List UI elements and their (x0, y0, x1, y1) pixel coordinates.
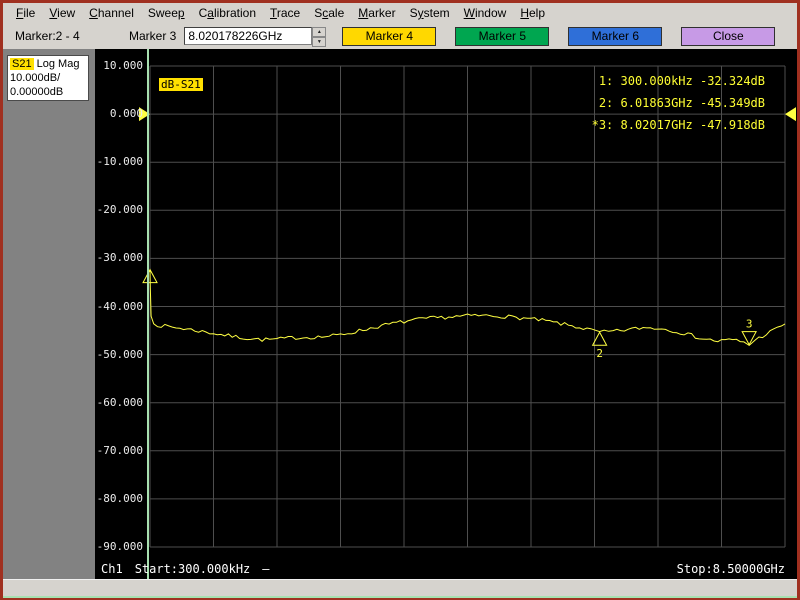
status-bar (3, 579, 797, 596)
marker3-frequency-input[interactable] (184, 27, 313, 45)
sweep-indicator: — (262, 562, 270, 576)
stop-label: Stop:8.50000GHz (676, 562, 785, 576)
menu-channel[interactable]: Channel (82, 4, 141, 22)
y-axis-tick: -70.000 (96, 443, 143, 457)
menu-marker[interactable]: Marker (351, 4, 402, 22)
trace-status-panel[interactable]: S21 Log Mag 10.000dB/ 0.00000dB (7, 55, 89, 101)
spin-up-icon[interactable]: ▲ (312, 27, 327, 37)
marker3-label: Marker 3 (129, 29, 177, 43)
marker-3-number: 3 (746, 318, 753, 331)
start-label: Start:300.000kHz (134, 562, 251, 576)
bottom-accent-line (3, 596, 797, 598)
trace-format-label: Log Mag (36, 58, 80, 70)
marker-readout: 2: 6.01863GHz -45.349dB (598, 96, 765, 110)
trace-scale-label: 10.000dB/ (10, 72, 61, 84)
marker-range-label: Marker:2 - 4 (15, 29, 80, 43)
menu-file[interactable]: File (9, 4, 42, 22)
plot-area: 2 3 10.000 0.000 -10.000 -20.000 -30.000 -40.0… (95, 49, 797, 579)
marker-readout: 1: 300.000kHz -32.324dB (598, 74, 765, 88)
menu-view[interactable]: View (42, 4, 82, 22)
spin-down-icon[interactable]: ▼ (312, 37, 327, 47)
trace-format-chip[interactable]: dB-S21 (159, 78, 203, 91)
marker-readout: *3: 8.02017GHz -47.918dB (591, 118, 765, 132)
y-axis-tick: -80.000 (96, 491, 143, 505)
y-axis-tick: -60.000 (96, 395, 143, 409)
sidebar: S21 Log Mag 10.000dB/ 0.00000dB (3, 49, 95, 579)
marker-4-button[interactable]: Marker 4 (342, 26, 437, 46)
menu-scale[interactable]: Scale (307, 4, 351, 22)
menu-sweep[interactable]: Sweep (141, 4, 192, 22)
marker-readouts: 1: 300.000kHz -32.324dB 2: 6.01863GHz -45… (592, 70, 765, 136)
reference-level-right-triangle[interactable] (785, 107, 796, 122)
y-axis-tick: 10.000 (103, 59, 143, 72)
menu-bar: File View Channel Sweep Calibration Trace Scal… (3, 3, 797, 23)
close-button[interactable]: Close (681, 26, 776, 46)
sweep-range-labels: Ch1 Start:300.000kHz — (101, 562, 270, 576)
y-axis-tick: -50.000 (96, 347, 143, 361)
menu-help[interactable]: Help (513, 4, 552, 22)
menu-trace[interactable]: Trace (263, 4, 307, 22)
trace-title-row: S21 Log Mag (10, 57, 86, 71)
y-axis-tick: -10.000 (96, 155, 143, 169)
trace-ref-label: 0.00000dB (10, 86, 64, 98)
marker-5-button[interactable]: Marker 5 (455, 26, 550, 46)
y-axis-tick: -20.000 (96, 203, 143, 217)
marker-2-number: 2 (596, 347, 603, 360)
spinner: ▲ ▼ (312, 27, 327, 47)
toolbar-buttons: Marker 4 Marker 5 Marker 6 Close (342, 26, 776, 46)
menu-window[interactable]: Window (457, 4, 514, 22)
trace-name-chip: S21 (10, 58, 34, 70)
y-axis-tick: -90.000 (96, 540, 143, 553)
main-content: S21 Log Mag 10.000dB/ 0.00000dB 2 3 10.00… (3, 49, 797, 579)
y-axis-tick: -30.000 (96, 251, 143, 265)
channel-active-indicator (147, 49, 149, 579)
y-axis-tick: -40.000 (96, 299, 143, 313)
marker3-frequency-spinbox: ▲ ▼ (184, 27, 327, 47)
vna-application-window: { "colors": { "border_red": "#a03020", "… (0, 0, 800, 600)
y-axis-tick: 0.000 (109, 107, 143, 121)
channel-label: Ch1 (101, 562, 123, 576)
toolbar: Marker:2 - 4 Marker 3 ▲ ▼ Marker 4Marker… (3, 23, 797, 49)
menu-calibration[interactable]: Calibration (192, 4, 263, 22)
menu-system[interactable]: System (403, 4, 457, 22)
marker-6-button[interactable]: Marker 6 (568, 26, 663, 46)
